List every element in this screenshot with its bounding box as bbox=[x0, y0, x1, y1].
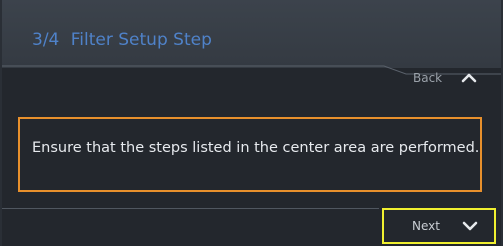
step-counter: 3/4 bbox=[32, 30, 60, 50]
next-button[interactable]: Next bbox=[382, 208, 496, 244]
wizard-panel: 3/4 Filter Setup Step Back Ensure that t… bbox=[2, 0, 501, 246]
step-title: 3/4 Filter Setup Step bbox=[32, 30, 212, 50]
step-name: Filter Setup Step bbox=[70, 30, 212, 50]
instruction-text: Ensure that the steps listed in the cent… bbox=[32, 140, 480, 156]
chevron-down-icon bbox=[462, 221, 478, 231]
next-label: Next bbox=[412, 219, 440, 233]
footer-divider bbox=[2, 208, 379, 209]
wizard-header: 3/4 Filter Setup Step bbox=[2, 0, 501, 68]
chevron-up-icon bbox=[461, 73, 477, 83]
instruction-message: Ensure that the steps listed in the cent… bbox=[18, 117, 482, 192]
back-label: Back bbox=[413, 71, 443, 85]
back-button[interactable]: Back bbox=[406, 66, 501, 90]
